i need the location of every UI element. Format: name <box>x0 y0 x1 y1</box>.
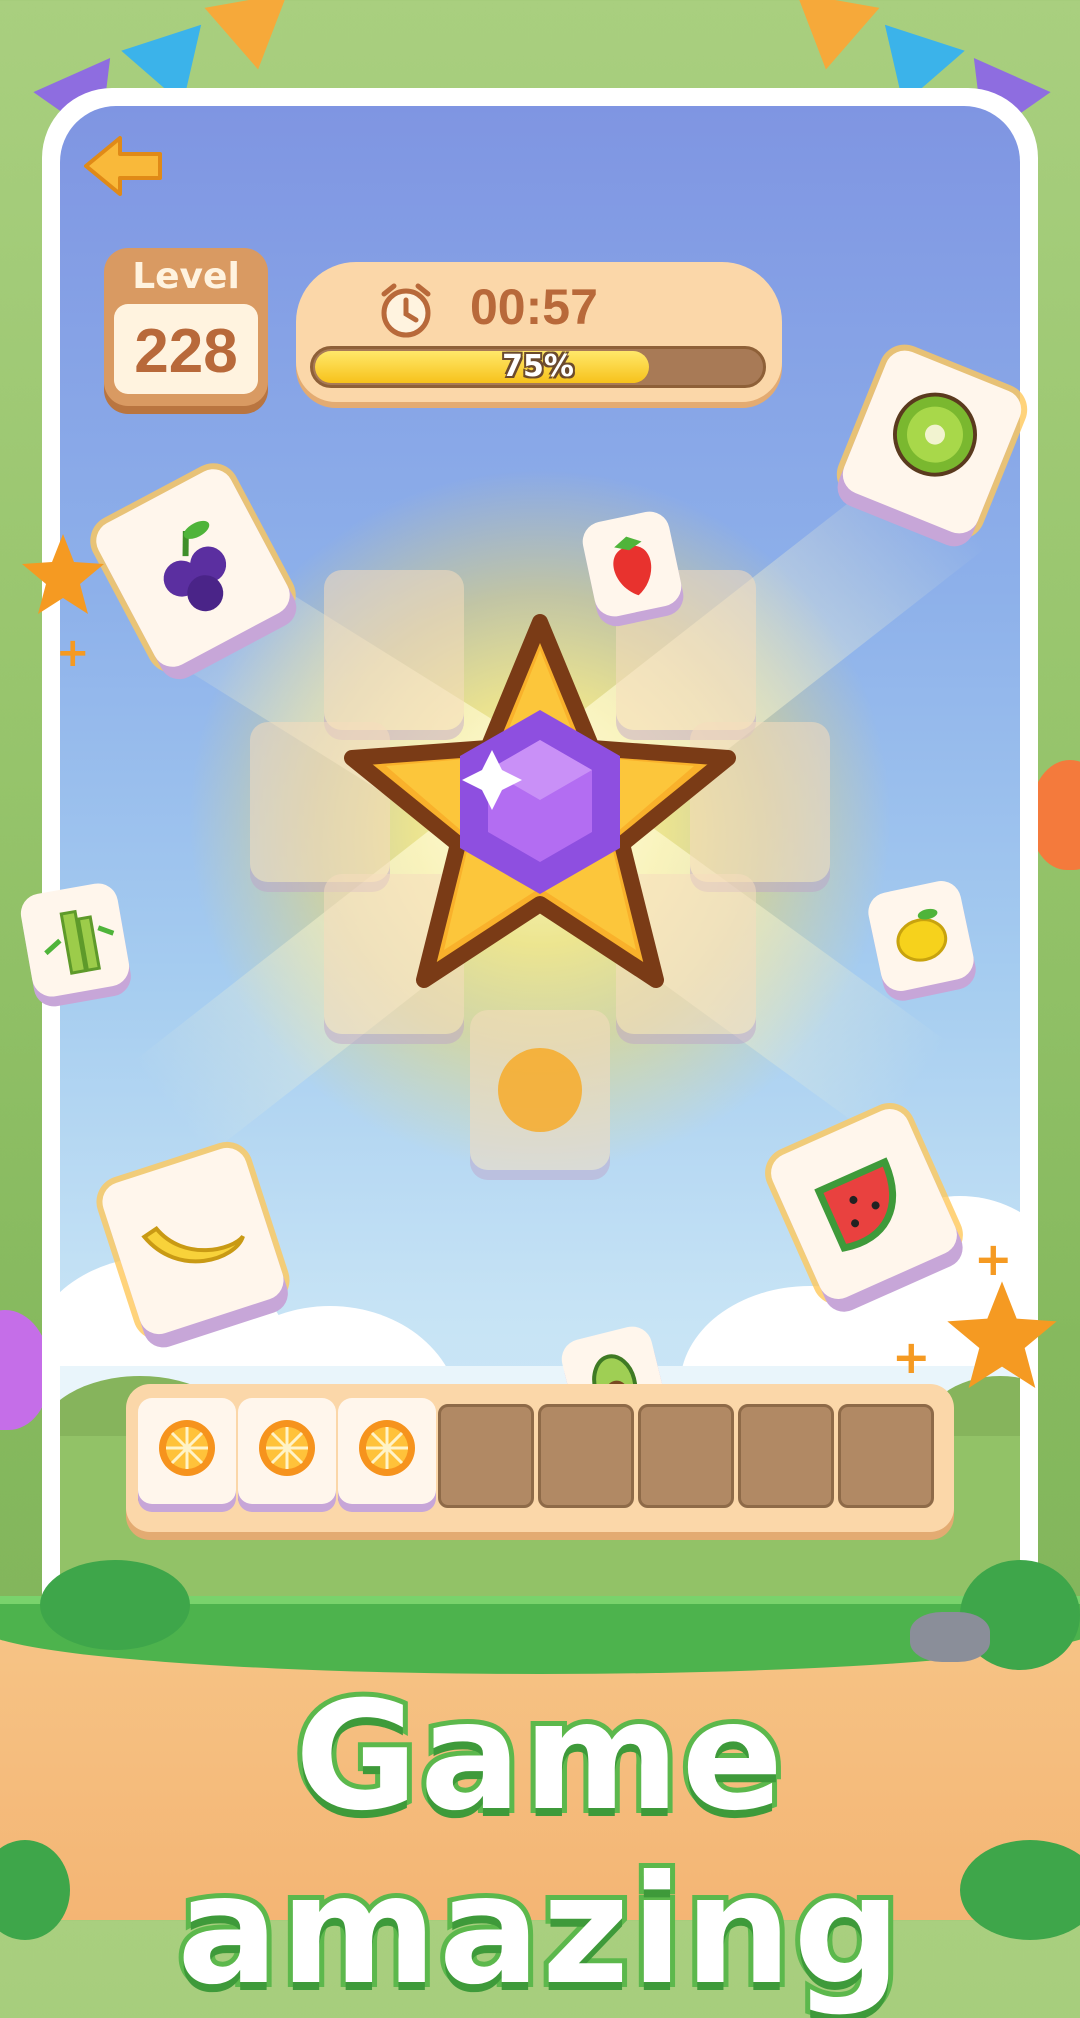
leaf-decoration <box>40 1560 190 1650</box>
tile-tray <box>126 1384 954 1532</box>
back-button[interactable] <box>80 130 166 202</box>
level-badge: Level 228 <box>104 248 268 406</box>
decor-star-icon <box>947 1281 1057 1388</box>
tray-slot <box>538 1404 634 1508</box>
progress-label: 75% <box>502 349 574 384</box>
tray-slot <box>838 1404 934 1508</box>
tile-lemon[interactable] <box>864 877 978 995</box>
promo-headline: Game amazing <box>172 1665 906 2018</box>
board-tile <box>470 1010 610 1170</box>
bunting-flag <box>784 0 880 77</box>
tray-tile-orange[interactable] <box>238 1398 336 1504</box>
orange-icon <box>259 1420 315 1476</box>
level-number: 228 <box>134 317 238 386</box>
tray-tile-orange[interactable] <box>338 1398 436 1504</box>
sparkle-icon: + <box>892 1330 931 1384</box>
rock-decoration <box>910 1612 990 1662</box>
back-arrow-icon <box>84 136 162 196</box>
orange-icon <box>159 1420 215 1476</box>
lemon-icon <box>896 908 948 962</box>
tray-slot <box>738 1404 834 1508</box>
star-gem-icon <box>330 600 750 1020</box>
timer-panel: 00:57 75% <box>296 262 782 402</box>
sparkle-icon: + <box>56 630 90 676</box>
tray-slot <box>638 1404 734 1508</box>
tray-tile-orange[interactable] <box>138 1398 236 1504</box>
sugarcane-icon <box>44 909 115 975</box>
bunting-flag <box>204 0 300 77</box>
sparkle-icon: + <box>974 1232 1013 1286</box>
timer-text: 00:57 <box>470 279 598 335</box>
level-label: Level <box>132 256 240 297</box>
alarm-clock-icon <box>381 283 431 338</box>
decor-star-icon <box>22 534 104 614</box>
time-progress-bar: 75% <box>310 346 766 388</box>
orange-icon <box>359 1420 415 1476</box>
tray-slot <box>438 1404 534 1508</box>
tile-sugarcane[interactable] <box>17 880 133 1000</box>
